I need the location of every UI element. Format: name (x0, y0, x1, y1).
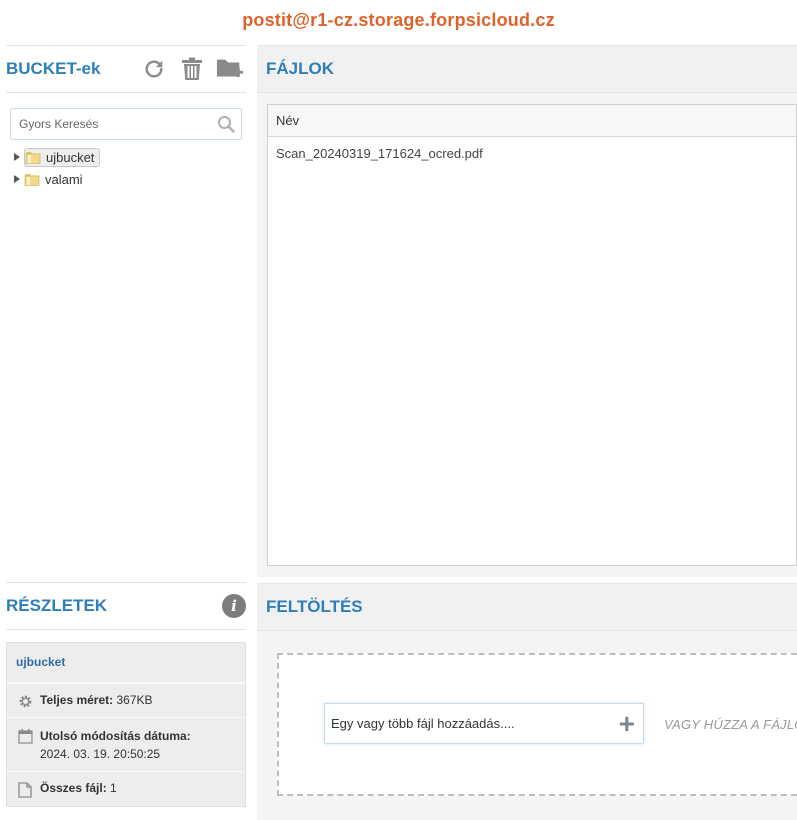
details-bucket-name: ujbucket (7, 643, 245, 683)
file-name: Scan_20240319_171624_ocred.pdf (276, 145, 483, 161)
detail-modified-row: Utolsó módosítás dátuma: 2024. 03. 19. 20… (7, 717, 245, 771)
size-label: Teljes méret: (40, 693, 114, 707)
add-folder-icon[interactable] (216, 55, 244, 83)
upload-title: FELTÖLTÉS (266, 597, 363, 616)
count-value: 1 (110, 781, 117, 795)
bucket-item[interactable]: ujbucket (10, 146, 242, 168)
plus-icon: + (618, 707, 635, 739)
refresh-icon[interactable] (140, 55, 168, 83)
upload-area: Egy vagy több fájl hozzáadás.... + VAGY … (257, 631, 797, 820)
expand-arrow-icon[interactable] (10, 153, 24, 161)
buckets-header: BUCKET-ek (6, 45, 246, 93)
bucket-search (10, 108, 242, 140)
info-icon[interactable]: i (222, 594, 246, 618)
trash-icon[interactable] (178, 55, 206, 83)
buckets-title: BUCKET-ek (6, 59, 101, 78)
top-bar: postit@r1-cz.storage.forpsicloud.cz (0, 0, 797, 40)
details-box: ujbucket Teljes méret: 367KB Utolsó módo… (6, 642, 246, 807)
add-files-button[interactable]: Egy vagy több fájl hozzáadás.... + (324, 703, 644, 744)
expand-arrow-icon[interactable] (10, 175, 24, 183)
table-row[interactable]: Scan_20240319_171624_ocred.pdf (268, 137, 796, 169)
modified-value: 2024. 03. 19. 20:50:25 (40, 747, 161, 761)
drag-hint: VAGY HÚZZA A FÁJLOK (664, 717, 797, 732)
upload-header: FELTÖLTÉS (257, 583, 797, 631)
bucket-item[interactable]: valami (10, 168, 242, 190)
files-header: FÁJLOK (257, 45, 797, 93)
buckets-toolbar (140, 55, 246, 83)
account-name: postit@r1-cz.storage.forpsicloud.cz (242, 10, 555, 30)
drop-zone[interactable]: Egy vagy több fájl hozzáadás.... + VAGY … (277, 653, 797, 796)
left-column: BUCKET-ek ujbucket (6, 45, 246, 820)
modified-label: Utolsó módosítás dátuma: (40, 729, 191, 743)
detail-size-row: Teljes méret: 367KB (7, 683, 245, 717)
gear-icon (16, 693, 34, 709)
detail-count-row: Összes fájl: 1 (7, 771, 245, 806)
details-header: RÉSZLETEK i (6, 582, 246, 630)
folder-icon (25, 152, 41, 164)
search-icon[interactable] (211, 115, 241, 133)
file-icon (16, 781, 34, 798)
bucket-tree: ujbucket valami (10, 146, 242, 190)
size-value: 367KB (116, 693, 153, 707)
details-panel: RÉSZLETEK i ujbucket Teljes méret: 367KB… (6, 582, 246, 807)
add-files-label: Egy vagy több fájl hozzáadás.... (331, 716, 515, 731)
files-area: Név Scan_20240319_171624_ocred.pdf (257, 93, 797, 577)
column-header-name[interactable]: Név (268, 105, 796, 137)
bucket-label: valami (45, 171, 83, 187)
bucket-label: ujbucket (46, 149, 95, 165)
search-input[interactable] (11, 109, 211, 139)
bucket-node[interactable]: ujbucket (24, 147, 101, 167)
folder-icon (24, 174, 40, 186)
details-title: RÉSZLETEK (6, 596, 108, 615)
calendar-icon (16, 727, 34, 744)
file-table: Név Scan_20240319_171624_ocred.pdf (267, 104, 797, 566)
count-label: Összes fájl: (40, 781, 107, 795)
files-title: FÁJLOK (266, 59, 334, 78)
